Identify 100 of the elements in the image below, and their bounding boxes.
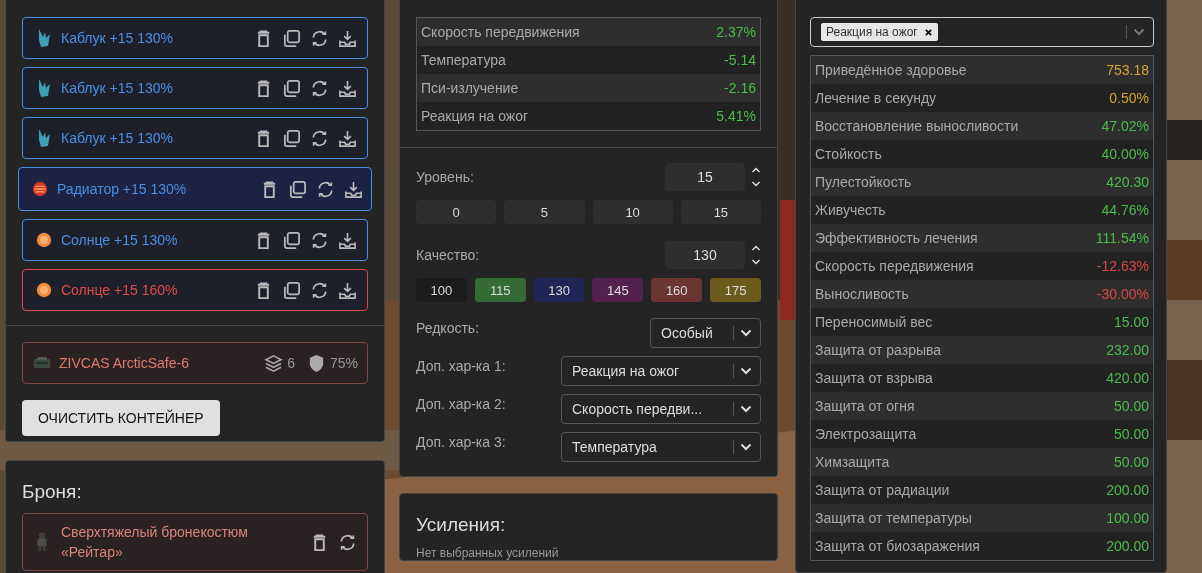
stat-value: 753.18 (1106, 62, 1149, 78)
filter-tag[interactable]: Реакция на ожог (821, 23, 938, 41)
stat-value: 100.00 (1106, 510, 1149, 526)
copy-icon[interactable] (282, 78, 301, 98)
stat-name: Защита от разрыва (815, 342, 942, 358)
quality-preset-button[interactable]: 160 (651, 278, 703, 302)
filter-field[interactable]: Реакция на ожог (810, 17, 1154, 47)
download-icon[interactable] (338, 280, 357, 300)
refresh-icon[interactable] (316, 179, 335, 199)
spinner-icon[interactable] (751, 166, 761, 188)
dropdown[interactable]: Особый (650, 318, 761, 348)
level-preset-button[interactable]: 10 (592, 200, 673, 224)
stat-name: Переносимый вес (815, 314, 933, 330)
stat-name: Температура (421, 52, 506, 68)
level-field[interactable]: 15 (665, 163, 745, 191)
stat-value: -5.14 (724, 52, 756, 68)
download-icon[interactable] (338, 28, 357, 48)
level-preset-button[interactable]: 15 (680, 200, 761, 224)
stat-name: Пулестойкость (815, 174, 912, 190)
stat-value: 40.00% (1101, 146, 1149, 162)
stat-value: 200.00 (1106, 482, 1149, 498)
quality-preset-button[interactable]: 145 (592, 278, 644, 302)
close-icon[interactable] (923, 27, 933, 37)
stat-name: Восстановление выносливости (815, 118, 1019, 134)
stat-name: Стойкость (815, 146, 882, 162)
armor-item[interactable]: Сверхтяжелый бронекостюм «Рейтар» (22, 513, 368, 571)
dropdown[interactable]: Скорость передви... (561, 394, 761, 424)
stat-name: Выносливость (815, 286, 909, 302)
level-label: Уровень: (416, 169, 475, 185)
download-icon[interactable] (344, 179, 363, 199)
stat-name: Электрозащита (815, 426, 917, 442)
stat-name: Живучесть (815, 202, 886, 218)
stat-name: Пси-излучение (421, 80, 519, 96)
stat-value: 2.37% (716, 24, 756, 40)
clear-container-button[interactable]: ОЧИСТИТЬ КОНТЕЙНЕР (22, 400, 220, 436)
section-title: Броня: (22, 481, 83, 503)
refresh-icon[interactable] (310, 230, 329, 250)
stat-value: 47.02% (1101, 118, 1149, 134)
download-icon[interactable] (338, 128, 357, 148)
quality-field[interactable]: 130 (665, 241, 745, 269)
quality-preset-button[interactable]: 130 (533, 278, 585, 302)
artifact-item[interactable]: Каблук +15 130% (22, 17, 368, 59)
chevron-icon[interactable] (1133, 28, 1145, 36)
slot-count: 6 (287, 355, 295, 371)
level-preset-button[interactable]: 5 (504, 200, 585, 224)
quality-label: Качество: (416, 247, 481, 263)
stat-name: Защита от огня (815, 398, 915, 414)
refresh-icon[interactable] (310, 78, 329, 98)
quality-preset-button[interactable]: 175 (710, 278, 761, 302)
field-label: Доп. хар-ка 2: (416, 395, 507, 412)
refresh-icon[interactable] (338, 532, 357, 552)
download-icon[interactable] (338, 230, 357, 250)
sun-icon (35, 230, 53, 250)
copy-icon[interactable] (282, 280, 301, 300)
artifact-item[interactable]: Каблук +15 130% (22, 117, 368, 159)
stat-value: -12.63% (1096, 258, 1149, 274)
stat-name: Защита от температуры (815, 510, 972, 526)
quality-preset-button[interactable]: 115 (474, 278, 526, 302)
protection-value: 75% (329, 355, 358, 371)
stat-value: 420.00 (1106, 370, 1149, 386)
dropdown[interactable]: Реакция на ожог (561, 356, 761, 386)
level-preset-button[interactable]: 0 (416, 200, 497, 224)
copy-icon[interactable] (282, 230, 301, 250)
field-label: Доп. хар-ка 1: (416, 357, 507, 374)
stat-name: Реакция на ожог (421, 108, 529, 124)
artifact-item[interactable]: Каблук +15 130% (22, 67, 368, 109)
stat-value: 50.00 (1113, 426, 1149, 442)
download-icon[interactable] (338, 78, 357, 98)
stat-name: Эффективность лечения (815, 230, 978, 246)
chevron-icon (740, 367, 752, 375)
artifact-item[interactable]: Радиатор +15 130% (18, 167, 372, 211)
stat-value: 15.00 (1113, 314, 1149, 330)
copy-icon[interactable] (282, 128, 301, 148)
stat-value: 0.50% (1109, 90, 1149, 106)
artifact-item[interactable]: Солнце +15 130% (22, 219, 368, 261)
empty-message: Нет выбранных усилений (416, 546, 560, 560)
stat-value: 111.54% (1095, 230, 1149, 246)
stat-value: -2.16 (724, 80, 756, 96)
refresh-icon[interactable] (310, 28, 329, 48)
spinner-icon[interactable] (751, 244, 761, 266)
sun-icon (35, 280, 53, 300)
copy-icon[interactable] (288, 179, 307, 199)
stat-value: 200.00 (1106, 538, 1149, 554)
copy-icon[interactable] (282, 28, 301, 48)
chevron-icon (740, 443, 752, 451)
layers-icon (264, 353, 284, 373)
stat-name: Защита от радиации (815, 482, 950, 498)
field-label: Доп. хар-ка 3: (416, 433, 507, 450)
section-title: Усиления: (416, 514, 507, 536)
stat-value: 232.00 (1106, 342, 1149, 358)
container-item[interactable]: ZIVCAS ArcticSafe-6 6 75% (22, 342, 368, 384)
quality-preset-button[interactable]: 100 (416, 278, 467, 302)
dropdown[interactable]: Температура (561, 432, 761, 462)
refresh-icon[interactable] (310, 280, 329, 300)
stat-name: Скорость передвижения (815, 258, 974, 274)
refresh-icon[interactable] (310, 128, 329, 148)
artifact-item[interactable]: Солнце +15 160% (22, 269, 368, 311)
stat-name: Защита от взрыва (815, 370, 933, 386)
stat-name: Лечение в секунду (815, 90, 937, 106)
stat-name: Защита от биозаражения (815, 538, 980, 554)
